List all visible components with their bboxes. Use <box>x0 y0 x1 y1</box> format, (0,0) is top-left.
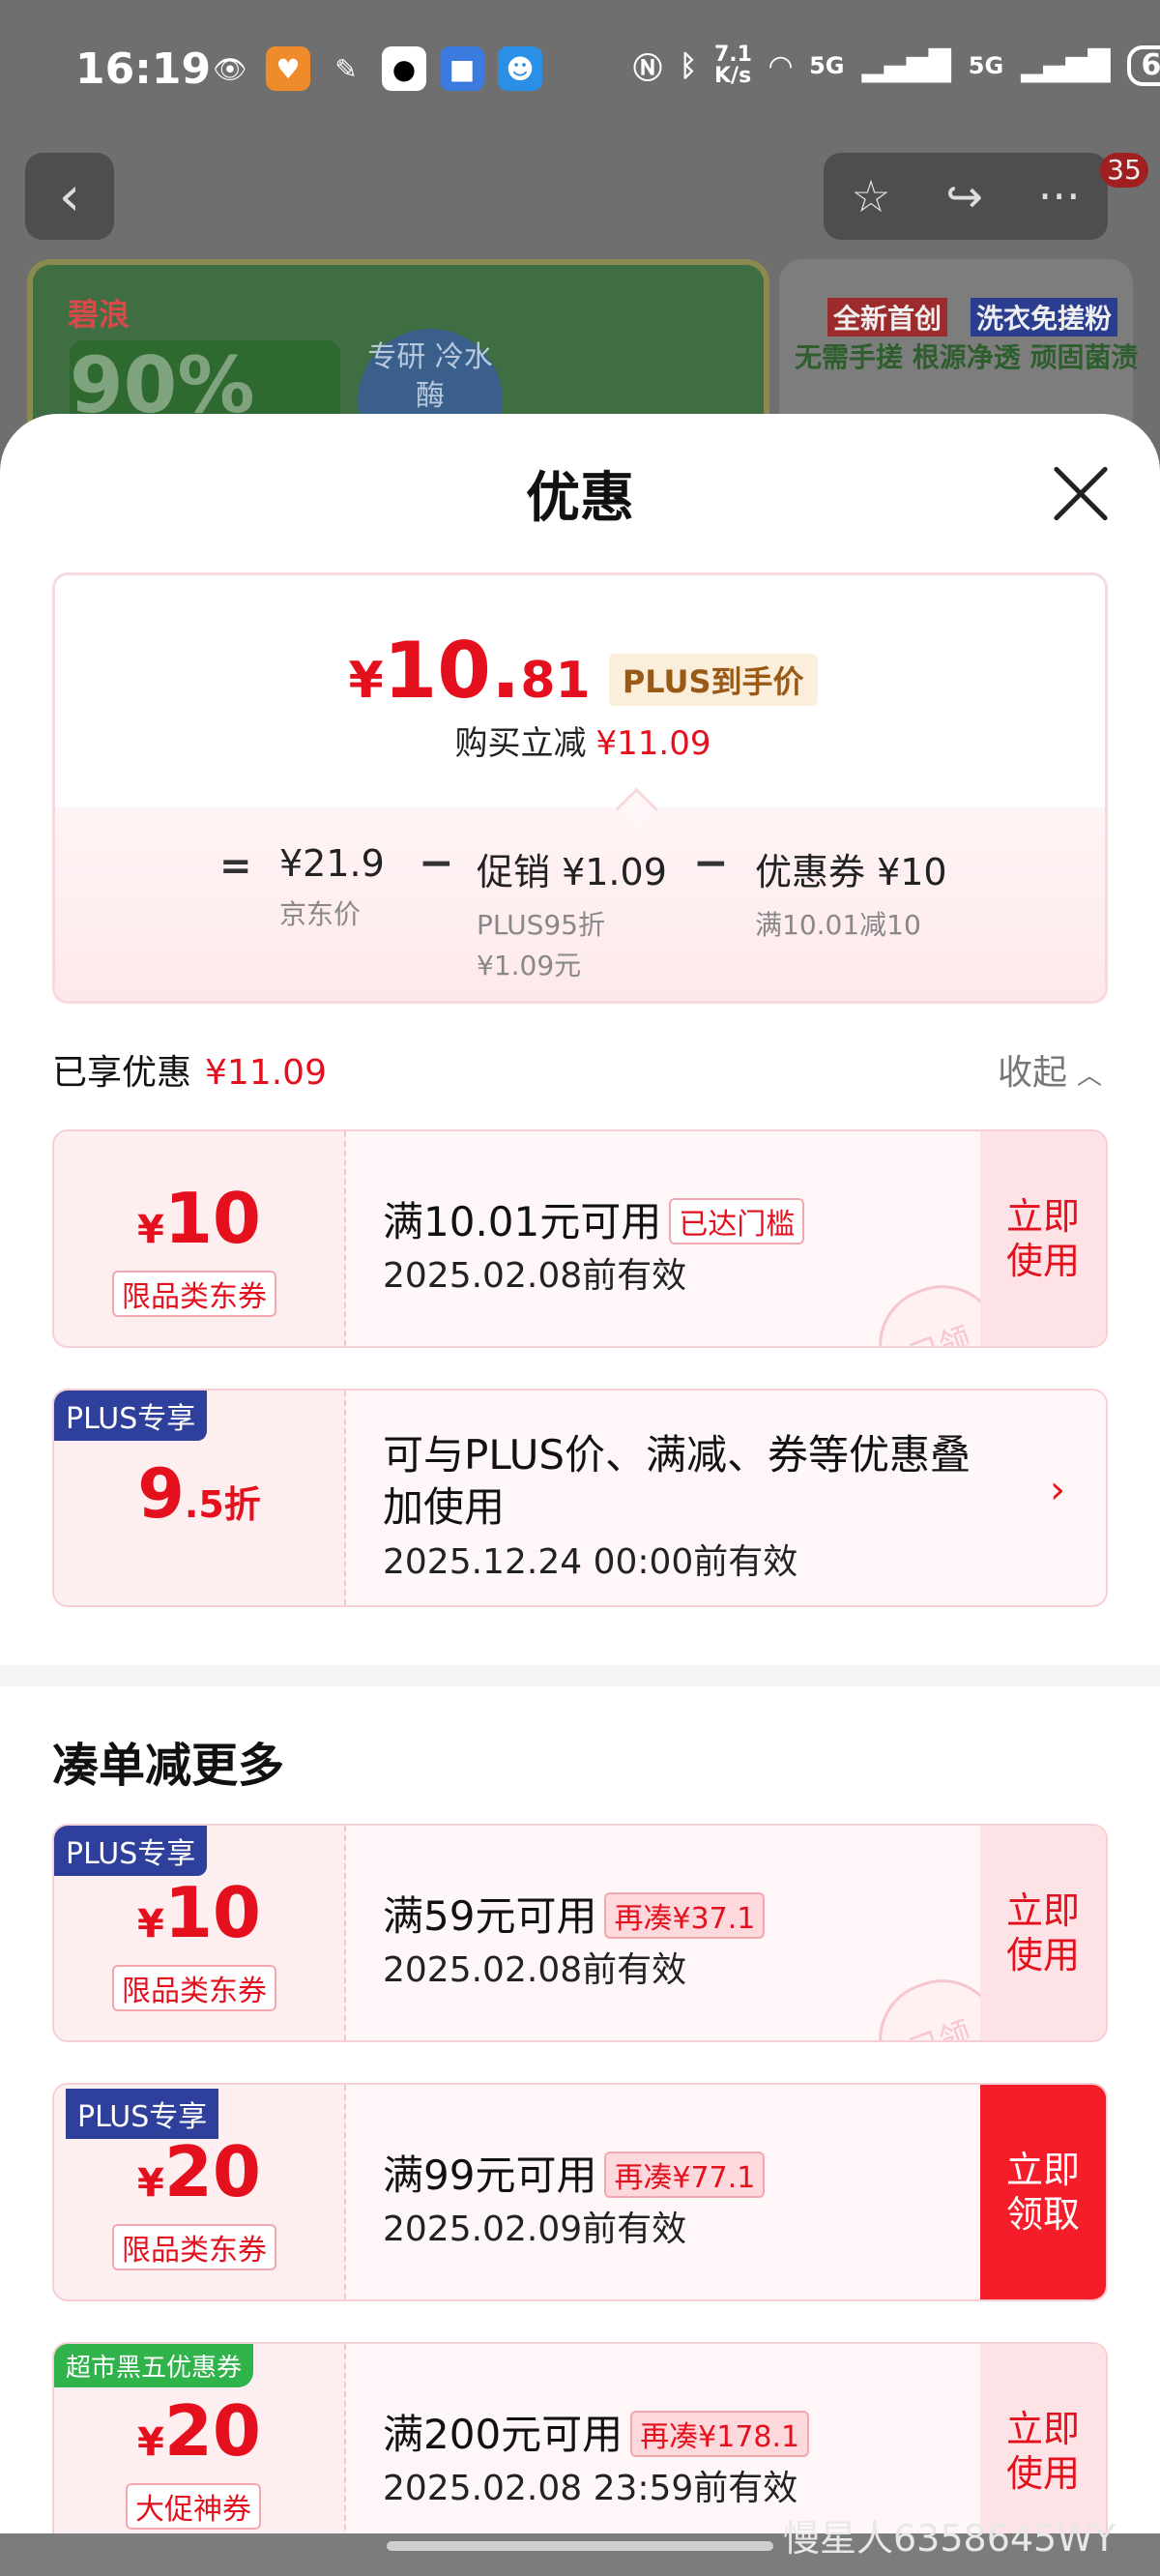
share-icon[interactable]: ↪ <box>945 170 983 222</box>
minus-sign: − <box>693 838 729 888</box>
coupon-card: PLUS专享 ¥20 限品类东券 满99元可用 再凑¥77.1 2025.02.0… <box>52 2083 1108 2301</box>
coupon-date: 2025.02.08前有效 <box>383 1256 687 1296</box>
instant-discount: 购买立减 ¥11.09 <box>454 724 711 763</box>
coupon-amount: ¥10 <box>136 1178 262 1259</box>
signal-5g-1: 5G <box>809 52 845 79</box>
chevron-up-icon: ︿ <box>1077 1062 1103 1091</box>
remaining-chip: 再凑¥178.1 <box>630 2410 810 2457</box>
coupon-amount: ¥10 <box>136 1872 262 1953</box>
status-time: 16:19 <box>75 44 212 94</box>
top-actions: ☆ ↪ ··· <box>824 153 1108 240</box>
pen-icon: ✎ <box>334 52 358 85</box>
coupon-condition: 满99元可用 再凑¥77.1 <box>383 2143 766 2202</box>
final-price: ¥10.81 PLUS到手价 <box>55 626 1105 719</box>
bluetooth-icon: ᛒ <box>680 48 697 83</box>
status-bar: 16:19 👁 ♥ ✎ ● ■ ☻ Ⓝ ᛒ 7.1 K/s ◠ 5G ▂▄▆█ 5… <box>0 0 1160 145</box>
coupon-type: 限品类东券 <box>112 1965 276 2011</box>
coupon-sub: 满10.01减10 <box>755 909 921 941</box>
coupon-amount: ¥20 <box>136 2131 262 2212</box>
star-icon[interactable]: ☆ <box>851 170 890 222</box>
section-divider <box>0 1665 1160 1686</box>
message-badge: 35 <box>1100 153 1148 188</box>
signal-bars-icon: ▂▄▆█ <box>1021 48 1111 83</box>
jd-price: ¥21.9 <box>279 842 385 885</box>
message-app-icon: ■ <box>440 46 484 91</box>
back-button[interactable]: ‹ <box>25 153 114 240</box>
coupon-date: 2025.02.09前有效 <box>383 2210 687 2249</box>
promo-title: 促销 ¥1.09 <box>477 851 667 893</box>
watermark: 慢星人6358645WY <box>783 2517 1116 2560</box>
coupon-date: 2025.02.08 23:59前有效 <box>383 2469 798 2508</box>
nfc-icon: Ⓝ <box>633 52 662 86</box>
chevron-left-icon: ‹ <box>58 164 81 228</box>
use-now-button[interactable]: 立即使用 <box>980 1131 1106 1346</box>
promo-sub1: PLUS95折 <box>477 909 605 941</box>
remaining-chip: 再凑¥37.1 <box>604 1891 766 1939</box>
signal-bars-icon: ▂▄▆█ <box>861 48 951 83</box>
brand-logo: 碧浪 <box>68 296 130 333</box>
coupon-col: 优惠券 ¥10 满10.01减10 <box>755 842 947 946</box>
chevron-right-icon: › <box>1050 1468 1065 1512</box>
coupon-date: 2025.02.08前有效 <box>383 1950 687 1990</box>
plus-card-text: 可与PLUS价、满减、券等优惠叠加使用 <box>383 1431 972 1531</box>
plus-discount: 9.5折 <box>137 1454 261 1534</box>
section-title: 凑单减更多 <box>52 1739 285 1793</box>
plus-price-tag: PLUS到手价 <box>608 653 818 706</box>
signal-5g-2: 5G <box>968 52 1004 79</box>
sheet-title: 优惠 <box>526 467 634 530</box>
coupon-amount: ¥20 <box>136 2390 262 2472</box>
plus-discount-card[interactable]: PLUS专享 9.5折 可与PLUS价、满减、券等优惠叠加使用 2025.12.… <box>52 1389 1108 1607</box>
net-speed: 7.1 K/s <box>714 43 752 88</box>
banner-slogan: 无需手搓 根源净透 顽固菌渍 <box>795 341 1139 373</box>
eye-icon: 👁 <box>213 52 247 85</box>
plus-ribbon: PLUS专享 <box>54 1390 208 1441</box>
home-indicator[interactable] <box>387 2541 773 2551</box>
price-summary-card: ¥10.81 PLUS到手价 购买立减 ¥11.09 = ¥21.9 京东价 − … <box>52 572 1108 1004</box>
qq-icon: ● <box>382 46 426 91</box>
threshold-chip: 已达门槛 <box>669 1197 805 1244</box>
wifi-icon: ◠ <box>768 48 793 83</box>
coupon-card: PLUS专享 ¥10 限品类东券 满59元可用 再凑¥37.1 2025.02.0… <box>52 1824 1108 2042</box>
minus-sign: − <box>419 838 454 888</box>
banner-tag: 全新首创 <box>827 298 948 337</box>
assistant-app-icon: ☻ <box>498 46 542 91</box>
collapse-button[interactable]: 收起 ︿ <box>998 1044 1102 1095</box>
close-button[interactable] <box>1050 462 1112 524</box>
plus-ribbon: PLUS专享 <box>54 1826 208 1876</box>
jd-price-col: ¥21.9 京东价 <box>279 842 385 935</box>
coupon-date: 2025.12.24 00:00前有效 <box>383 1542 798 1582</box>
coupon-type: 限品类东券 <box>112 2224 276 2270</box>
coupon-type: 限品类东券 <box>112 1271 276 1317</box>
notification-icons: 👁 ♥ ✎ ● ■ ☻ <box>208 46 542 91</box>
coupon-condition: 满200元可用 再凑¥178.1 <box>383 2402 810 2461</box>
jd-price-label: 京东价 <box>279 898 362 930</box>
promo-col: 促销 ¥1.09 PLUS95折 ¥1.09元 <box>477 842 667 986</box>
equals-sign: = <box>219 844 252 889</box>
system-icons: Ⓝ ᛒ 7.1 K/s ◠ 5G ▂▄▆█ 5G ▂▄▆█ 66 <box>633 44 1160 87</box>
promo-sub2: ¥1.09元 <box>477 950 582 981</box>
coupon-card: ¥10 限品类东券 满10.01元可用 已达门槛 2025.02.08前有效 已领… <box>52 1129 1108 1348</box>
enjoyed-discount: 已享优惠 ¥11.09 <box>52 1053 327 1093</box>
more-icon[interactable]: ··· <box>1038 170 1081 222</box>
battery-indicator: 66 <box>1127 45 1160 86</box>
remaining-chip: 再凑¥77.1 <box>604 2151 766 2198</box>
coupon-title: 优惠券 ¥10 <box>755 851 947 893</box>
banner-tag: 洗衣免搓粉 <box>971 298 1118 337</box>
claim-now-button[interactable]: 立即领取 <box>980 2085 1106 2299</box>
coupon-type: 大促神券 <box>126 2483 261 2530</box>
use-now-button[interactable]: 立即使用 <box>980 1826 1106 2040</box>
heart-app-icon: ♥ <box>266 46 310 91</box>
coupon-condition: 满59元可用 再凑¥37.1 <box>383 1884 766 1943</box>
coupon-condition: 满10.01元可用 已达门槛 <box>383 1189 805 1248</box>
promo-ribbon: 超市黑五优惠券 <box>54 2344 254 2387</box>
